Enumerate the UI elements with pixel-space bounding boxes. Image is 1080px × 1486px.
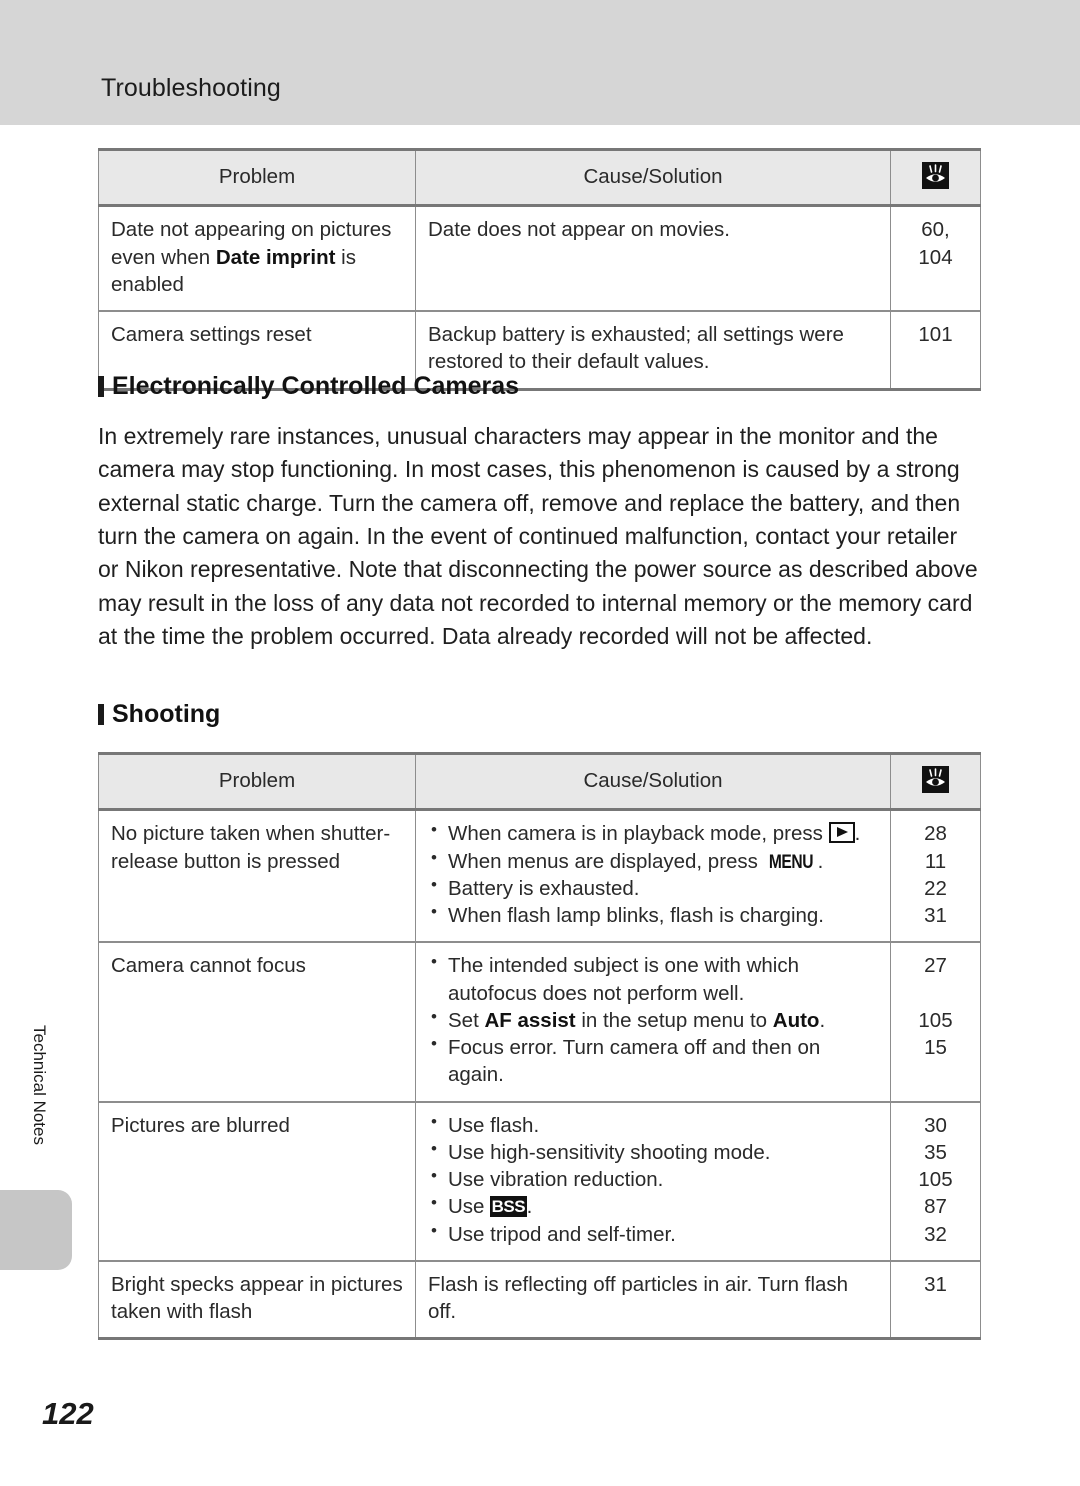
section-electronically-controlled-cameras: Electronically Controlled Cameras In ext…	[98, 372, 980, 653]
bullet-text-post: .	[526, 1195, 533, 1219]
section-heading-shooting: Shooting	[98, 700, 980, 729]
cell-reference: 31	[890, 1260, 981, 1341]
column-header-cause-solution: Cause/Solution	[415, 751, 891, 812]
reference-page: 22	[924, 876, 947, 900]
bullet-text-post: .	[819, 1008, 826, 1032]
column-header-reference	[890, 147, 981, 208]
cell-reference: 30 35 105 87 32	[890, 1101, 981, 1262]
section-heading-electronic: Electronically Controlled Cameras	[98, 372, 980, 401]
cell-reference: 28 11 22 31	[890, 809, 981, 944]
reference-page: 11	[924, 849, 947, 873]
bullet-text: When menus are displayed, press	[448, 849, 764, 873]
cell-cause: Use flash. Use high-sensitivity shooting…	[415, 1101, 891, 1262]
list-item: When camera is in playback mode, press .	[428, 819, 878, 847]
reference-page: 105	[918, 1168, 953, 1192]
list-item: Use vibration reduction.	[428, 1165, 878, 1193]
menu-icon: MENU	[768, 851, 813, 873]
list-item: Use BSS.	[428, 1192, 878, 1220]
list-item: The intended subject is one with which a…	[428, 951, 878, 1007]
list-item: When flash lamp blinks, flash is chargin…	[428, 901, 878, 929]
page-title: Troubleshooting	[101, 74, 281, 102]
list-item: When menus are displayed, press MENU.	[428, 846, 878, 875]
cell-reference: 60, 104	[890, 205, 981, 313]
list-item: Set AF assist in the setup menu to Auto.	[428, 1006, 878, 1034]
list-item: Focus error. Turn camera off and then on…	[428, 1033, 878, 1089]
cell-problem: Pictures are blurred	[98, 1101, 416, 1262]
page-header-band	[0, 0, 1080, 125]
cell-reference: 27 105 15	[890, 942, 981, 1103]
troubleshooting-table-two-wrapper: Problem Cause/Solution No picture taken …	[98, 751, 981, 1341]
bullet-text: Set	[448, 1008, 485, 1032]
cause-bullet-list: Use flash. Use high-sensitivity shooting…	[428, 1111, 878, 1248]
troubleshooting-table-one: Problem Cause/Solution Date not appearin…	[98, 147, 981, 391]
table-row: Bright specks appear in pictures taken w…	[98, 1260, 981, 1341]
bullet-text-mid: in the setup menu to	[575, 1008, 773, 1032]
side-tab-label: Technical Notes	[30, 1024, 49, 1145]
cell-problem: Camera cannot focus	[98, 942, 416, 1103]
bullet-bold-auto: Auto	[772, 1008, 820, 1032]
side-tab-marker	[0, 1190, 72, 1270]
reference-page: 30	[924, 1113, 947, 1137]
table-header-row: Problem Cause/Solution	[98, 147, 981, 208]
list-item: Use flash.	[428, 1111, 878, 1139]
bullet-text-post: .	[817, 849, 824, 873]
troubleshooting-table-two: Problem Cause/Solution No picture taken …	[98, 751, 981, 1341]
table-row: Pictures are blurred Use flash. Use high…	[98, 1101, 981, 1262]
reference-page-spacer	[903, 980, 968, 1007]
cell-cause: When camera is in playback mode, press .…	[415, 809, 891, 944]
playback-icon	[828, 822, 855, 844]
cause-bullet-list: When camera is in playback mode, press .…	[428, 819, 878, 929]
bullet-text-post: .	[854, 822, 861, 846]
list-item: Use high-sensitivity shooting mode.	[428, 1138, 878, 1166]
reference-page: 31	[924, 904, 947, 927]
cell-problem: Bright specks appear in pictures taken w…	[98, 1260, 416, 1341]
table-header-row: Problem Cause/Solution	[98, 751, 981, 812]
page-number: 122	[42, 1396, 94, 1431]
reference-page: 32	[924, 1222, 947, 1246]
cell-cause: The intended subject is one with which a…	[415, 942, 891, 1103]
section-shooting: Shooting	[98, 700, 980, 729]
column-header-problem: Problem	[98, 147, 416, 208]
list-item: Use tripod and self-timer.	[428, 1220, 878, 1248]
column-header-reference	[890, 751, 981, 812]
reference-page: 87	[924, 1195, 947, 1219]
reference-page: 105	[918, 1008, 953, 1032]
problem-text-bold: Date imprint	[215, 245, 336, 269]
reference-page: 35	[924, 1140, 947, 1164]
troubleshooting-table-one-wrapper: Problem Cause/Solution Date not appearin…	[98, 147, 981, 391]
bss-icon: BSS	[490, 1196, 527, 1217]
column-header-problem: Problem	[98, 751, 416, 812]
reference-page: 15	[924, 1036, 947, 1060]
section-paragraph-electronic: In extremely rare instances, unusual cha…	[98, 423, 978, 650]
table-row: Date not appearing on pictures even when…	[98, 205, 981, 313]
reference-page: 27	[924, 954, 947, 978]
table-row: No picture taken when shutter-release bu…	[98, 809, 981, 944]
reference-page-icon	[922, 766, 949, 793]
column-header-cause-solution: Cause/Solution	[415, 147, 891, 208]
reference-page: 28	[924, 822, 947, 846]
bullet-text: When camera is in playback mode, press	[448, 822, 829, 846]
reference-page-icon	[922, 162, 949, 189]
cell-cause: Flash is reflecting off particles in air…	[415, 1260, 891, 1341]
bullet-text: Use	[448, 1195, 491, 1219]
list-item: Battery is exhausted.	[428, 874, 878, 902]
cell-cause: Date does not appear on movies.	[415, 205, 891, 313]
cell-problem: Date not appearing on pictures even when…	[98, 205, 416, 313]
cause-bullet-list: The intended subject is one with which a…	[428, 951, 878, 1089]
bullet-bold-af-assist: AF assist	[484, 1008, 576, 1032]
cell-problem: No picture taken when shutter-release bu…	[98, 809, 416, 944]
table-row: Camera cannot focus The intended subject…	[98, 942, 981, 1103]
